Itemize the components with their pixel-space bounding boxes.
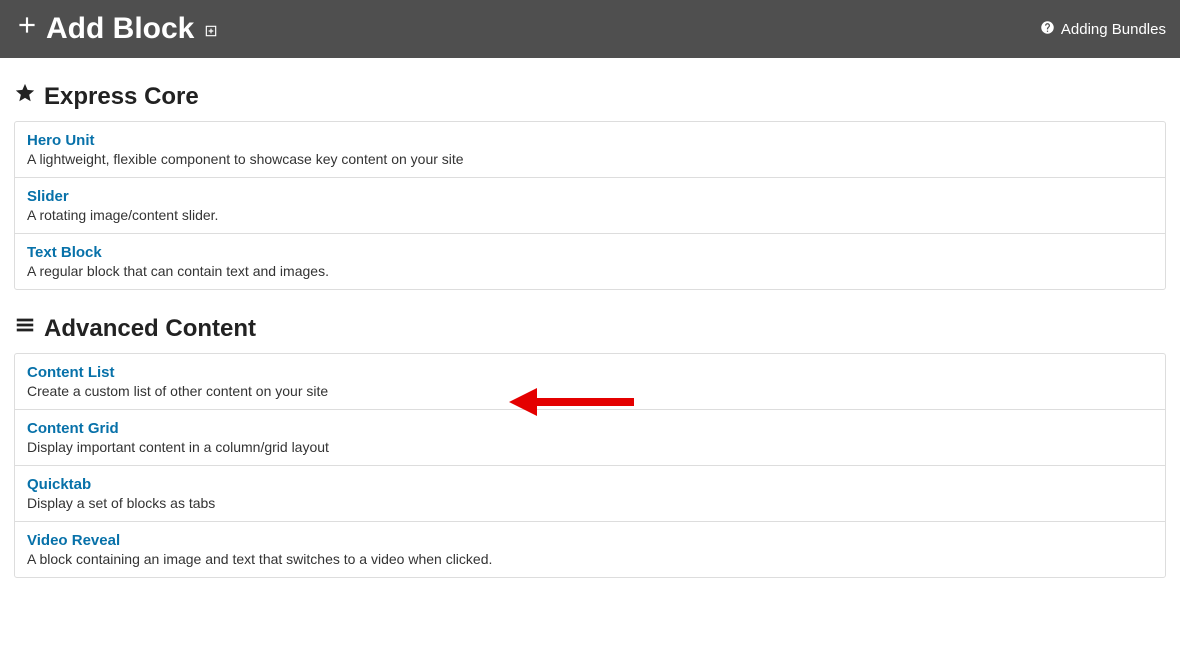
plus-icon bbox=[14, 12, 46, 46]
item-title-video-reveal[interactable]: Video Reveal bbox=[27, 532, 120, 549]
item-desc: A lightweight, flexible component to sho… bbox=[27, 151, 1153, 167]
section-heading-express-core: Express Core bbox=[14, 82, 1166, 111]
item-desc: Display a set of blocks as tabs bbox=[27, 495, 1153, 511]
list-item-quicktab[interactable]: Quicktab Display a set of blocks as tabs bbox=[15, 466, 1165, 522]
header-title-group: Add Block bbox=[14, 12, 218, 46]
section-express-core: Express Core Hero Unit A lightweight, fl… bbox=[0, 82, 1180, 290]
list-panel-advanced-content: Content List Create a custom list of oth… bbox=[14, 353, 1166, 578]
item-desc: Display important content in a column/gr… bbox=[27, 439, 1153, 455]
star-icon bbox=[14, 82, 44, 111]
list-item-content-list[interactable]: Content List Create a custom list of oth… bbox=[15, 354, 1165, 410]
list-item-content-grid[interactable]: Content Grid Display important content i… bbox=[15, 410, 1165, 466]
item-desc: A regular block that can contain text an… bbox=[27, 263, 1153, 279]
list-icon bbox=[14, 314, 44, 343]
item-title-content-list[interactable]: Content List bbox=[27, 364, 115, 381]
list-item-video-reveal[interactable]: Video Reveal A block containing an image… bbox=[15, 522, 1165, 577]
item-title-content-grid[interactable]: Content Grid bbox=[27, 420, 119, 437]
item-title-quicktab[interactable]: Quicktab bbox=[27, 476, 91, 493]
item-desc: Create a custom list of other content on… bbox=[27, 383, 1153, 399]
section-heading-text: Advanced Content bbox=[44, 315, 256, 343]
item-title-slider[interactable]: Slider bbox=[27, 188, 69, 205]
item-desc: A rotating image/content slider. bbox=[27, 207, 1153, 223]
item-desc: A block containing an image and text tha… bbox=[27, 551, 1153, 567]
section-advanced-content: Advanced Content Content List Create a c… bbox=[0, 314, 1180, 578]
section-heading-advanced-content: Advanced Content bbox=[14, 314, 1166, 343]
item-title-hero-unit[interactable]: Hero Unit bbox=[27, 132, 95, 149]
plus-square-icon bbox=[194, 12, 218, 46]
page-header: Add Block Adding Bundles bbox=[0, 0, 1180, 58]
help-link[interactable]: Adding Bundles bbox=[1040, 20, 1166, 39]
list-panel-express-core: Hero Unit A lightweight, flexible compon… bbox=[14, 121, 1166, 290]
list-item-hero-unit[interactable]: Hero Unit A lightweight, flexible compon… bbox=[15, 122, 1165, 178]
page-title-text: Add Block bbox=[46, 12, 194, 46]
list-item-text-block[interactable]: Text Block A regular block that can cont… bbox=[15, 234, 1165, 289]
item-title-text-block[interactable]: Text Block bbox=[27, 244, 102, 261]
page-title: Add Block bbox=[14, 12, 218, 46]
question-circle-icon bbox=[1040, 20, 1055, 39]
list-item-slider[interactable]: Slider A rotating image/content slider. bbox=[15, 178, 1165, 234]
help-link-text: Adding Bundles bbox=[1061, 21, 1166, 38]
section-heading-text: Express Core bbox=[44, 83, 199, 111]
